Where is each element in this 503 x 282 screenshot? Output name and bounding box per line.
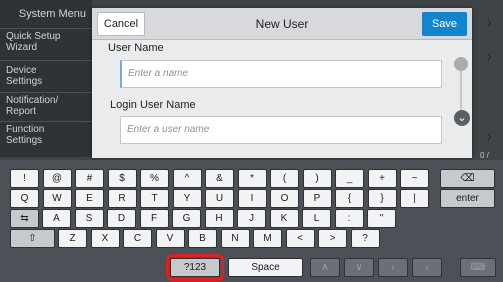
sidebar-title: System Menu — [18, 8, 86, 20]
key[interactable]: : — [334, 209, 364, 228]
login-user-name-label: Login User Name — [110, 99, 196, 111]
key[interactable]: * — [237, 169, 267, 188]
key[interactable]: O — [270, 189, 299, 208]
sidebar: System Menu Quick Setup Wizard Device Se… — [0, 0, 92, 157]
divider — [0, 92, 92, 93]
key[interactable]: C — [123, 229, 152, 248]
user-name-field[interactable]: Enter a name — [120, 60, 442, 88]
key[interactable]: N — [220, 229, 250, 248]
sidebar-item-device-settings[interactable]: Device Settings — [6, 65, 42, 87]
key[interactable]: M — [253, 229, 282, 248]
scroll-up-button[interactable] — [454, 57, 468, 71]
key[interactable]: B — [188, 229, 217, 248]
key[interactable]: H — [204, 209, 234, 228]
arrow-down-icon[interactable]: ∨ — [344, 258, 374, 277]
symbol-toggle-key[interactable]: ?123 — [166, 254, 224, 281]
key[interactable]: X — [90, 229, 120, 248]
backspace-key[interactable]: ⌫ — [440, 169, 495, 188]
key[interactable]: " — [367, 209, 396, 228]
arrow-right-icon[interactable]: › — [412, 258, 442, 277]
key[interactable]: F — [139, 209, 169, 228]
key[interactable]: Q — [10, 189, 39, 208]
chevron-down-icon: ⌄ — [457, 112, 467, 124]
login-user-name-field[interactable]: Enter a user name — [120, 116, 442, 144]
cancel-button[interactable]: Cancel — [97, 12, 145, 36]
keyboard-hide-key[interactable]: ⌨ — [460, 258, 496, 277]
key[interactable]: J — [237, 209, 266, 228]
tab-key[interactable]: ⇆ — [10, 209, 39, 228]
key[interactable]: & — [205, 169, 234, 188]
key[interactable]: _ — [335, 169, 364, 188]
dialog-title: New User — [255, 17, 309, 31]
key[interactable]: D — [107, 209, 136, 228]
key[interactable]: ~ — [400, 169, 429, 188]
key[interactable]: | — [400, 189, 429, 208]
key[interactable]: T — [140, 189, 169, 208]
key[interactable]: % — [140, 169, 169, 188]
key[interactable]: { — [335, 189, 364, 208]
key[interactable]: $ — [107, 169, 137, 188]
new-user-dialog: New User Cancel Save User Name Enter a n… — [92, 8, 472, 158]
key[interactable]: > — [318, 229, 347, 248]
sidebar-item-notification-report[interactable]: Notification/ Report — [6, 95, 58, 117]
key[interactable]: @ — [42, 169, 72, 188]
divider — [0, 28, 92, 29]
key[interactable]: E — [75, 189, 104, 208]
scroll-down-button[interactable]: ⌄ — [454, 110, 470, 126]
key[interactable]: K — [269, 209, 299, 228]
chevron-right-icon[interactable]: › — [487, 14, 492, 30]
key[interactable]: G — [172, 209, 201, 228]
key[interactable]: + — [367, 169, 397, 188]
key[interactable]: # — [75, 169, 104, 188]
save-button[interactable]: Save — [422, 12, 467, 36]
arrow-left-icon[interactable]: ‹ — [378, 258, 408, 277]
key[interactable]: I — [237, 189, 267, 208]
key[interactable]: } — [367, 189, 397, 208]
key[interactable]: Y — [172, 189, 202, 208]
key[interactable]: S — [74, 209, 104, 228]
scrollbar-track[interactable] — [460, 68, 462, 112]
enter-key[interactable]: enter — [440, 189, 495, 208]
dialog-header: New User Cancel Save — [92, 8, 472, 40]
key[interactable]: Z — [58, 229, 87, 248]
key[interactable]: W — [42, 189, 72, 208]
key[interactable]: U — [205, 189, 234, 208]
divider — [0, 60, 92, 61]
chevron-right-icon[interactable]: › — [487, 48, 492, 64]
key[interactable]: < — [285, 229, 315, 248]
sidebar-item-function-settings[interactable]: Function Settings — [6, 124, 44, 146]
sidebar-item-quick-setup-wizard[interactable]: Quick Setup Wizard — [6, 31, 60, 53]
chevron-right-icon[interactable]: › — [487, 128, 492, 144]
key[interactable]: ! — [10, 169, 39, 188]
key[interactable]: ) — [302, 169, 332, 188]
key[interactable]: L — [302, 209, 331, 228]
key[interactable]: ^ — [172, 169, 202, 188]
space-key[interactable]: Space — [228, 258, 303, 277]
key[interactable]: P — [302, 189, 332, 208]
user-name-label: User Name — [108, 42, 164, 54]
key[interactable]: V — [155, 229, 185, 248]
key[interactable]: R — [107, 189, 137, 208]
shift-key[interactable]: ⇧ — [10, 229, 55, 248]
key[interactable]: ? — [350, 229, 380, 248]
page-indicator: 0 / — [480, 151, 489, 160]
arrow-up-icon[interactable]: ∧ — [310, 258, 340, 277]
key[interactable]: A — [42, 209, 71, 228]
divider — [0, 121, 92, 122]
key[interactable]: ( — [270, 169, 299, 188]
